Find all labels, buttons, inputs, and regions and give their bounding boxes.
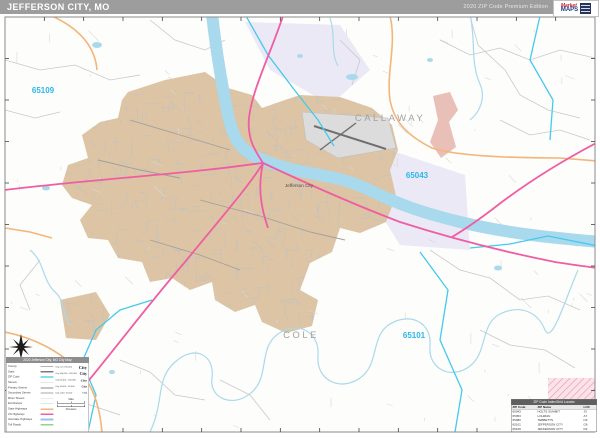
legend-line-sample: [41, 393, 54, 394]
legend-line-rows: County State ZIP Code Streets Primary Street…: [8, 364, 54, 428]
map-canvas: CALLAWAY COLE 65109 65043 65101 Jefferso…: [0, 0, 600, 438]
legend-line-sample: [41, 387, 54, 388]
city-sample-text: City: [79, 365, 87, 370]
legend-city-row: City under 10,000City: [55, 390, 87, 397]
city-sample-text: City: [82, 392, 87, 395]
legend-row-label: Toll Roads: [8, 423, 41, 426]
legend-row-label: Primary Streets: [8, 386, 41, 389]
legend-row-label: ZIP Code: [8, 376, 41, 379]
zip-label-65109: 65109: [32, 86, 55, 95]
logo-badge-icon: [580, 3, 591, 14]
legend-line-sample: [41, 419, 54, 421]
zip-index-table: ZIP Code Index/Grid Locator ZIP CodeZIP …: [511, 399, 597, 432]
legend-row-label: US Highways: [8, 413, 41, 416]
wall-map-page: CALLAWAY COLE 65109 65043 65101 Jefferso…: [0, 0, 600, 438]
legend-line-sample: [41, 424, 54, 426]
scale-km-label: Kilometers: [55, 408, 87, 411]
city-sample-text: City: [82, 385, 88, 388]
legend-line-sample: [41, 371, 54, 373]
map-title: JEFFERSON CITY, MO: [7, 2, 110, 12]
legend-line-sample: [41, 382, 54, 383]
edition-label: 2020 ZIP Code Premium Edition: [463, 4, 548, 10]
scale-bars: Miles Kilometers: [55, 398, 87, 411]
legend-line-sample: [41, 366, 54, 367]
zip-label-65101: 65101: [403, 331, 426, 340]
zip-table-cell: D4: [583, 427, 597, 431]
city-size-label: City 10,000 - 50,000: [55, 386, 81, 388]
publisher-logo: Market MAPS: [553, 0, 599, 17]
map-content: CALLAWAY COLE 65109 65043 65101 Jefferso…: [5, 14, 600, 432]
legend-row-label: Interstate Highways: [8, 418, 41, 421]
city-sample-text: City: [81, 378, 87, 382]
legend-row-label: Streets: [8, 381, 41, 384]
legend-row-label: Exit Ramps: [8, 402, 41, 405]
zip-label-65043: 65043: [406, 171, 429, 180]
legend-row-label: Secondary Streets: [8, 392, 41, 395]
legend-line-sample: [41, 376, 54, 378]
legend-city-sizes: City over 250,000CityCity 100,000 - 250,…: [55, 364, 87, 397]
zip-table-cell: 65109: [512, 427, 537, 431]
legend-row-label: Minor Streets: [8, 397, 41, 400]
city-sample-text: City: [80, 372, 87, 377]
title-bar: JEFFERSON CITY, MO 2020 ZIP Code Premium…: [0, 0, 554, 14]
logo-word-2: MAPS: [561, 8, 578, 13]
county-label-callaway: CALLAWAY: [355, 113, 425, 124]
legend-row-label: State Highways: [8, 408, 41, 411]
legend-row: Toll Roads: [8, 422, 54, 427]
city-size-label: City under 10,000: [55, 392, 82, 394]
legend-row-label: State: [8, 370, 41, 373]
legend-line-sample: [41, 403, 54, 404]
city-size-label: City 100,000 - 250,000: [55, 373, 79, 375]
zip-table-cell: JEFFERSON CITY: [537, 427, 583, 431]
legend-line-sample: [41, 398, 54, 399]
scale-bar-km: [57, 405, 85, 408]
city-size-label: City 50,000 - 100,000: [55, 379, 80, 381]
scale-bar-miles: [57, 401, 85, 404]
legend-line-sample: [41, 408, 54, 410]
map-legend: 2020 Jefferson City, MO City Map CountyS…: [6, 357, 89, 432]
legend-line-sample: [41, 414, 54, 416]
legend-row-label: County: [8, 365, 41, 368]
city-size-label: City over 250,000: [55, 366, 79, 368]
zip-table-row: 65109JEFFERSON CITYD4: [512, 427, 597, 431]
county-label-cole: COLE: [283, 330, 319, 341]
city-label-jefferson-city: Jefferson City: [285, 183, 314, 188]
